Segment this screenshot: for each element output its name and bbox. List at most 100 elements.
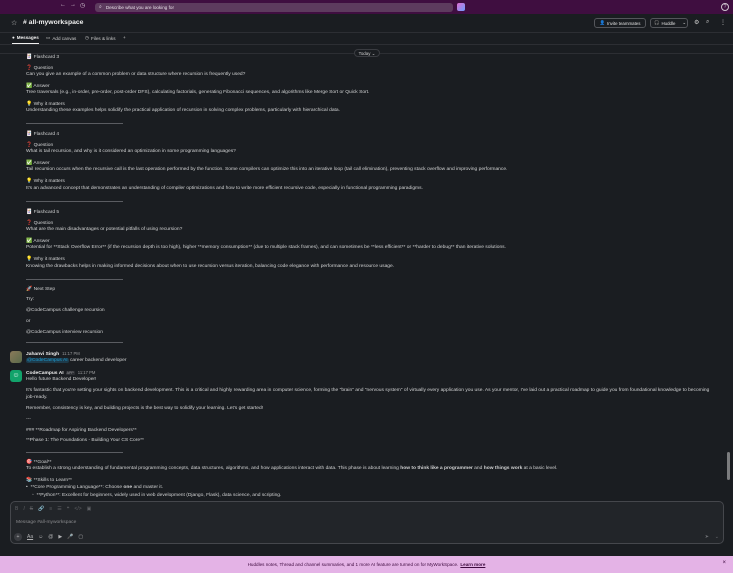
nav-controls: ← → ◷ (60, 2, 85, 9)
italic-icon[interactable]: I (23, 506, 24, 512)
link-icon[interactable]: 🔗 (38, 506, 44, 512)
question-text: What is tail recursion, and why is it co… (26, 149, 236, 154)
shortcut-icon[interactable]: ▢ (78, 534, 83, 540)
label-text: Question (33, 143, 54, 148)
app-badge: APP (65, 371, 75, 375)
label-text: Answer (33, 161, 50, 166)
send-icon[interactable]: ➤ (705, 534, 709, 540)
forward-arrow-icon[interactable]: → (70, 2, 76, 9)
back-arrow-icon[interactable]: ← (60, 2, 66, 9)
label-text: Next Step (33, 287, 56, 292)
ordered-list-icon[interactable]: ≡ (49, 506, 52, 512)
question-mark-icon: ❓ (26, 142, 33, 148)
composer-tools: + Aa ☺ @ ▶ 🎤 ▢ (14, 533, 83, 541)
chevron-down-icon[interactable]: ⌄ (682, 20, 686, 26)
label-text: **Skills to Learn** (33, 478, 72, 483)
video-icon[interactable]: ▶ (58, 534, 62, 540)
message-input[interactable]: Message #all-myworkspace (16, 520, 76, 525)
more-options-icon[interactable]: ⋮ (720, 19, 726, 26)
ai-assistant-icon[interactable] (457, 3, 465, 11)
check-icon: ✅ (26, 238, 33, 244)
search-placeholder: Describe what you are looking for (105, 4, 174, 10)
emoji-icon[interactable]: ☺ (38, 534, 43, 540)
message-header: Jahanvi Singh 11:17 PM (26, 351, 80, 357)
text-part: **Python**: Excellent for beginners, wid… (36, 493, 282, 498)
label-text: **Goal** (33, 460, 52, 465)
search-bar[interactable]: ⌕ Describe what you are looking for (95, 2, 453, 12)
label-text: Answer (33, 84, 50, 89)
bold-icon[interactable]: B (15, 506, 18, 512)
message-text: --- (26, 417, 31, 422)
chevron-down-icon[interactable]: ⌄ (715, 534, 719, 540)
question-mark-icon: ❓ (26, 65, 33, 71)
tab-label: Messages (16, 35, 39, 40)
try-command-challenge: @CodeCampus challenge recursion (26, 308, 105, 313)
history-icon[interactable]: ◷ (80, 2, 85, 9)
close-icon[interactable]: × (722, 560, 726, 566)
answer-label: ✅ Answer (26, 160, 50, 166)
top-bar: ← → ◷ ⌕ Describe what you are looking fo… (0, 0, 733, 14)
ai-features-banner: Huddles notes, Thread and channel summar… (0, 556, 733, 573)
bulleted-list-icon[interactable]: ☰ (57, 506, 61, 512)
files-icon: ◷ (85, 35, 90, 40)
tab-messages[interactable]: ● Messages (12, 35, 39, 44)
search-icon: ⌕ (99, 4, 102, 10)
strikethrough-icon[interactable]: S (30, 506, 33, 512)
tab-add-canvas[interactable]: ▭ Add canvas (46, 35, 76, 41)
bot-avatar[interactable]: ☺ (10, 370, 22, 382)
message-text: Remember, consistency is key, and buildi… (26, 406, 264, 411)
mention[interactable]: @CodeCampus AI (26, 358, 69, 363)
separator (26, 342, 123, 343)
help-icon[interactable]: ? (721, 3, 729, 11)
headphones-icon: 🎧 (654, 20, 660, 25)
question-mark-icon: ❓ (26, 220, 33, 226)
tab-files-links[interactable]: ◷ Files & links (85, 35, 116, 41)
why-label: 💡 Why it matters (26, 101, 65, 107)
label-text: Question (33, 221, 54, 226)
next-step-label: 🚀 Next Step (26, 286, 55, 292)
bot-icon: ☺ (12, 372, 20, 379)
answer-label: ✅ Answer (26, 238, 50, 244)
timestamp[interactable]: 11:17 PM (78, 370, 96, 375)
why-text: It's an advanced concept that demonstrat… (26, 186, 423, 191)
invite-teammates-button[interactable]: 👤 Invite teammates (594, 18, 646, 28)
chevron-down-icon: ⌄ (371, 51, 376, 56)
text-format-toggle[interactable]: Aa (27, 534, 33, 540)
bot-name[interactable]: CodeCampus AI (26, 371, 64, 376)
learn-more-link[interactable]: Learn more (460, 562, 485, 567)
settings-icon[interactable]: ⚙ (694, 19, 699, 26)
card-icon: 🃏 (26, 131, 33, 137)
user-name[interactable]: Jahanvi Singh (26, 352, 59, 357)
mention-icon[interactable]: @ (48, 534, 53, 540)
code-block-icon[interactable]: ▣ (87, 506, 92, 512)
rocket-icon: 🚀 (26, 286, 33, 292)
huddle-button[interactable]: 🎧 Huddle ⌄ (650, 18, 688, 28)
sub-bullet-item: ◦ **Python**: Excellent for beginners, w… (32, 493, 282, 498)
timestamp[interactable]: 11:17 PM (62, 351, 80, 356)
tab-label: Add canvas (52, 35, 77, 41)
flashcard-title: 🃏 Flashcard 3 (26, 54, 59, 60)
microphone-icon[interactable]: 🎤 (67, 534, 73, 540)
text-part: at a basic level. (522, 466, 558, 471)
date-divider[interactable]: Today ⌄ (354, 49, 380, 57)
scrollbar[interactable] (727, 452, 730, 480)
star-icon[interactable]: ☆ (11, 19, 17, 27)
search-channel-icon[interactable]: ⌕ (706, 19, 709, 26)
flashcard-title-text: Flashcard 4 (33, 132, 60, 137)
attach-plus-icon[interactable]: + (14, 533, 22, 541)
card-icon: 🃏 (26, 209, 33, 215)
label-text: Why it matters (33, 257, 65, 262)
message-text: **Phase 1: The Foundations - Building Yo… (26, 438, 144, 443)
add-tab-icon[interactable]: + (123, 35, 126, 40)
text-part: and (472, 466, 484, 471)
message-feed[interactable]: Today ⌄ 🃏 Flashcard 3 ❓ Question Can you… (0, 45, 733, 500)
avatar[interactable] (10, 351, 22, 363)
why-label: 💡 Why it matters (26, 256, 65, 262)
channel-name[interactable]: # all-myworkspace (23, 19, 83, 26)
code-icon[interactable]: </> (74, 506, 81, 512)
message-header: CodeCampus AI APP 11:17 PM (26, 370, 95, 376)
bold-text: how things work (483, 466, 523, 471)
blockquote-icon[interactable]: ❝ (67, 506, 70, 512)
card-icon: 🃏 (26, 54, 33, 60)
question-label: ❓ Question (26, 142, 53, 148)
